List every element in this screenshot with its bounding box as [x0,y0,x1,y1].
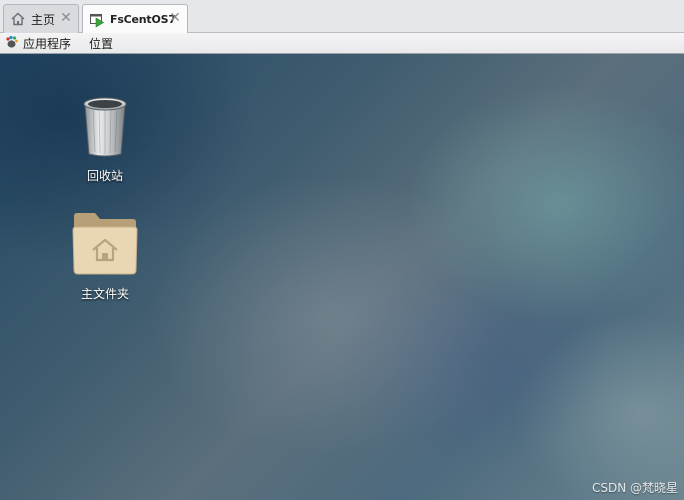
applications-menu[interactable]: 应用程序 [0,33,79,54]
tab-fscentos7[interactable]: FsCentOS7 ✕ [82,4,188,34]
desktop-icon-home-folder[interactable]: 主文件夹 [60,210,150,302]
trash-label: 回收站 [86,169,123,183]
home-icon [10,11,26,27]
tab-label: FsCentOS7 [110,13,176,26]
watermark: CSDN @梵晓星 [591,481,678,495]
tab-home[interactable]: 主页 ✕ [3,4,79,33]
top-panel-menubar: 应用程序 位置 [0,33,684,54]
trash-icon [79,94,131,161]
gnome-foot-icon [5,35,19,52]
close-icon[interactable]: ✕ [168,11,182,25]
home-folder-label: 主文件夹 [80,287,129,301]
desktop-icon-trash[interactable]: 回收站 [60,94,150,184]
applications-label: 应用程序 [23,36,72,51]
vm-icon [89,12,105,28]
places-menu[interactable]: 位置 [79,33,121,54]
places-label: 位置 [89,36,114,51]
tab-bar: 主页 ✕ FsCentOS7 ✕ [0,0,684,34]
desktop: 回收站 主文件夹 CSDN @梵晓星 [0,54,684,500]
home-folder-icon [71,210,139,279]
tab-label: 主页 [31,12,56,27]
close-icon[interactable]: ✕ [59,11,73,25]
